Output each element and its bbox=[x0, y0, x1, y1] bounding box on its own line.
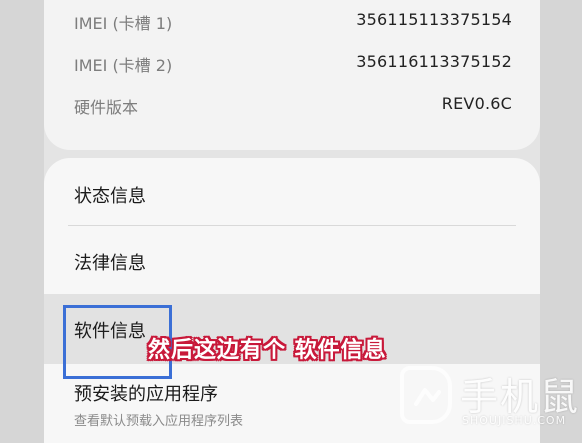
device-info-panel: IMEI (卡槽 1) 356115113375154 IMEI (卡槽 2) … bbox=[44, 0, 540, 150]
menu-item-status-info[interactable]: 状态信息 bbox=[44, 158, 540, 224]
menu-item-legal-info-label: 法律信息 bbox=[74, 253, 146, 274]
menu-item-preinstalled-apps-subtitle: 查看默认预载入应用程序列表 bbox=[74, 414, 244, 429]
watermark-text: 手机鼠 bbox=[460, 375, 581, 419]
menu-item-legal-info[interactable]: 法律信息 bbox=[44, 226, 540, 294]
watermark: 手机鼠 SHOUJISHU.COM bbox=[398, 364, 578, 434]
hardware-version-label: 硬件版本 bbox=[74, 98, 139, 117]
menu-item-status-info-label: 状态信息 bbox=[74, 186, 146, 207]
imei-slot-1-label: IMEI (卡槽 1) bbox=[74, 14, 173, 33]
video-caption: 然后这边有个 软件信息 bbox=[148, 338, 387, 363]
left-margin bbox=[0, 0, 44, 443]
imei-slot-2-value: 356116113375152 bbox=[356, 52, 512, 71]
imei-slot-1-row: IMEI (卡槽 1) 356115113375154 bbox=[74, 10, 512, 34]
imei-slot-1-value: 356115113375154 bbox=[356, 10, 512, 29]
imei-slot-2-row: IMEI (卡槽 2) 356116113375152 bbox=[74, 52, 512, 76]
watermark-subtext: SHOUJISHU.COM bbox=[462, 414, 567, 427]
imei-slot-2-label: IMEI (卡槽 2) bbox=[74, 56, 173, 75]
hardware-version-value: REV0.6C bbox=[441, 94, 512, 113]
watermark-logo-icon bbox=[400, 366, 452, 424]
screen: IMEI (卡槽 1) 356115113375154 IMEI (卡槽 2) … bbox=[0, 0, 582, 443]
menu-item-preinstalled-apps-label: 预安装的应用程序 bbox=[74, 384, 218, 405]
hardware-version-row: 硬件版本 REV0.6C bbox=[74, 94, 512, 118]
